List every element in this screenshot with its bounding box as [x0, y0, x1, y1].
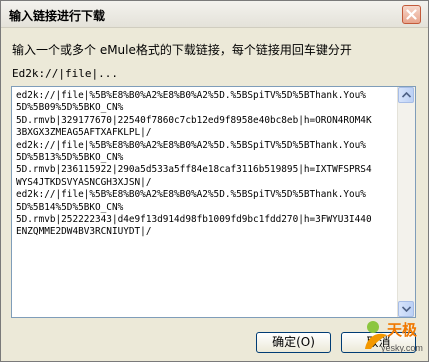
watermark-brand: 天极 — [387, 321, 418, 339]
links-textarea[interactable]: ed2k://|file|%5B%E8%B0%A2%E8%B0%A2%5D.%5… — [11, 86, 416, 318]
link-line: 5D%5B13%5D%5BKO_CN% — [16, 151, 124, 163]
close-button[interactable] — [402, 5, 421, 24]
example-format: Ed2k://|file|... — [12, 67, 118, 80]
link-line: 5D%5B09%5D%5BKO_CN% — [16, 102, 124, 114]
watermark-url: yesky.com — [381, 343, 423, 353]
link-line: ed2k://|file|%5B%E8%B0%A2%E8%B0%A2%5D.%5… — [16, 90, 366, 101]
ok-button[interactable]: 确定(O) — [256, 332, 331, 353]
chevron-down-icon — [402, 306, 411, 312]
link-line: ENZQMME2DW4BV3RCNIUYDT|/ — [16, 226, 152, 238]
link-line: ed2k://|file|%5B%E8%B0%A2%E8%B0%A2%5D.%5… — [16, 139, 366, 151]
download-link-dialog: 输入链接进行下载 输入一个或多个 eMule格式的下载链接，每个链接用回车键分开… — [0, 0, 429, 362]
title-bar[interactable]: 输入链接进行下载 — [1, 1, 428, 28]
link-line: 5D%5B14%5D%5BKO_CN% — [16, 201, 124, 213]
link-line: 5D.rmvb|236115922|290a5d533a5ff84e18caf3… — [16, 164, 372, 176]
instruction-text: 输入一个或多个 eMule格式的下载链接，每个链接用回车键分开 — [12, 43, 352, 57]
link-line: 3BXGX3ZMEAG5AFTXAFKLPL|/ — [16, 127, 152, 139]
link-line: WYS4JTKDSVYASNCGH3XJSN|/ — [16, 176, 152, 188]
link-line: 5D.rmvb|252222343|d4e9f13d914d98fb1009fd… — [16, 213, 372, 225]
close-icon — [406, 9, 417, 20]
links-text: ed2k://|file|%5B%E8%B0%A2%E8%B0%A2%5D.%5… — [16, 90, 398, 239]
vertical-scrollbar[interactable] — [397, 87, 415, 317]
scroll-up-button[interactable] — [398, 87, 414, 103]
link-line: ed2k://|file|%5B%E8%B0%A2%E8%B0%A2%5D.%5… — [16, 189, 366, 201]
link-line: 5D.rmvb|329177670|22540f7860c7cb12ed9f89… — [16, 114, 372, 126]
watermark-logo: 天极 yesky.com — [361, 313, 425, 359]
chevron-up-icon — [402, 92, 411, 98]
dialog-title: 输入链接进行下载 — [9, 9, 106, 23]
